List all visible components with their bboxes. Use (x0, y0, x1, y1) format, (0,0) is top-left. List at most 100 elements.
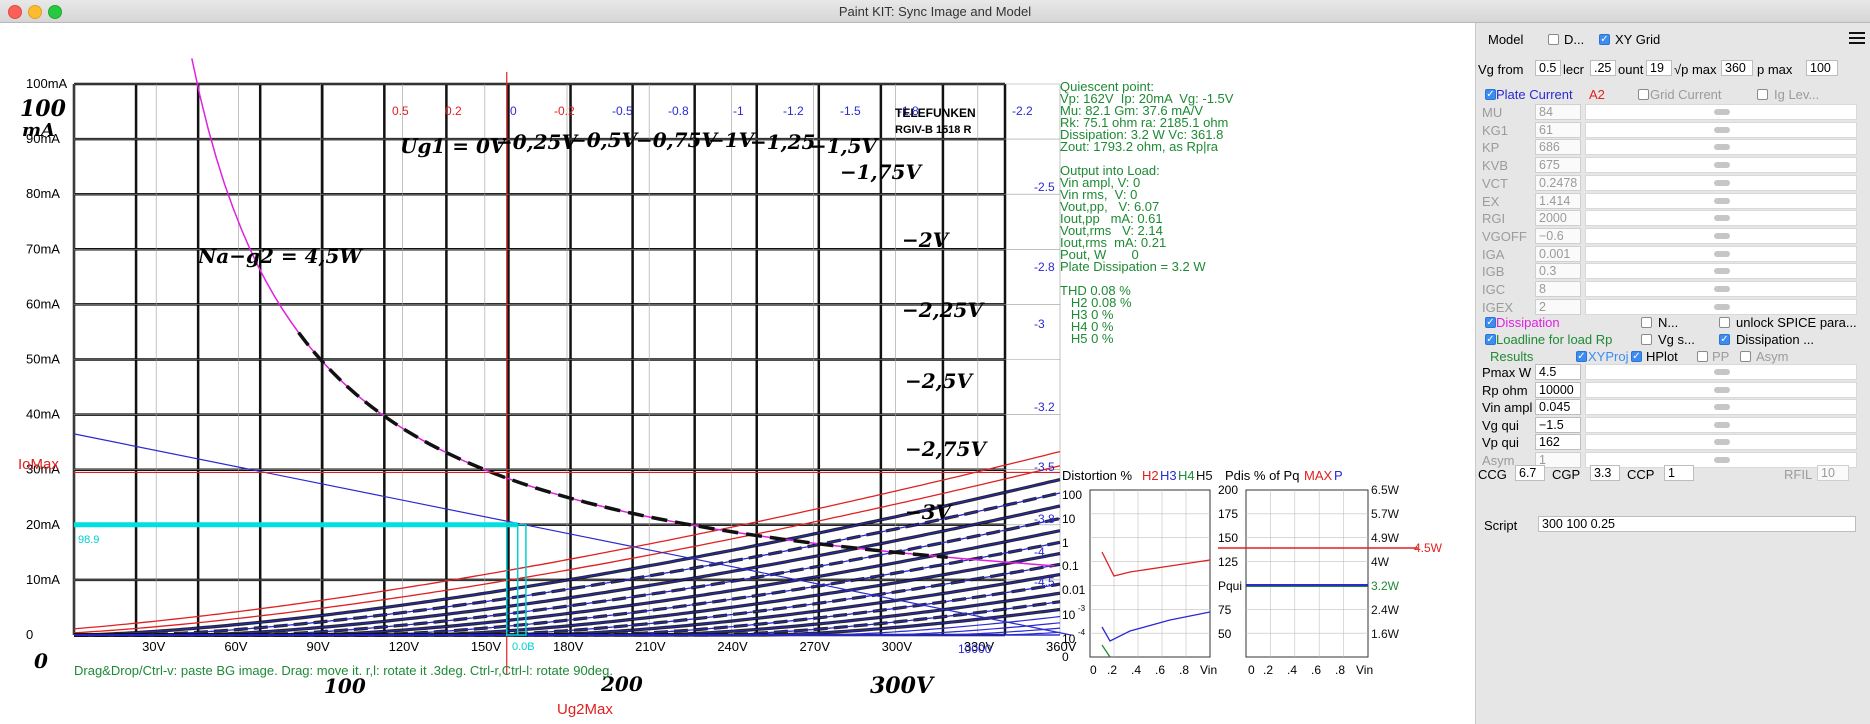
grid-voltage-label: 0.5 (392, 104, 409, 118)
decr-input[interactable] (1590, 60, 1616, 76)
grid-voltage-label: -4.5 (1034, 575, 1055, 589)
vg-from-input[interactable] (1535, 60, 1561, 76)
pp-checkbox[interactable] (1697, 351, 1708, 362)
grid-voltage-label: -1.5 (840, 104, 861, 118)
bg-label: −1,25 (750, 130, 815, 154)
tube-slider-10[interactable] (1585, 281, 1857, 297)
pdis-x-tick: .6 (1311, 663, 1321, 677)
slider-knob[interactable] (1714, 421, 1730, 428)
slider-knob[interactable] (1714, 232, 1730, 239)
grid-voltage-label: -2.8 (1034, 260, 1055, 274)
plot-canvas[interactable]: 100mA 90mA 80mA 70mA 60mA 50mA 40mA 30mA 20mA 10m… (0, 23, 1475, 724)
slider-knob[interactable] (1714, 303, 1730, 310)
script-input[interactable] (1538, 516, 1856, 532)
hplot-checkbox[interactable]: ✓ (1631, 351, 1642, 362)
vg-s-checkbox[interactable] (1641, 334, 1652, 345)
grid-current-checkbox[interactable] (1638, 89, 1649, 100)
n-checkbox[interactable] (1641, 317, 1652, 328)
tube-slider-5[interactable] (1585, 192, 1857, 209)
op-input-1[interactable] (1535, 381, 1581, 398)
dissipation2-checkbox[interactable]: ✓ (1719, 334, 1730, 345)
tube-slider-7[interactable] (1585, 227, 1857, 244)
tube-slider-9[interactable] (1585, 263, 1857, 280)
op-input-0[interactable] (1535, 364, 1581, 380)
tube-input-1[interactable] (1535, 121, 1581, 138)
slider-knob[interactable] (1714, 144, 1730, 151)
tube-slider-0[interactable] (1585, 104, 1857, 120)
tube-slider-3[interactable] (1585, 157, 1857, 174)
slider-knob[interactable] (1714, 109, 1730, 115)
rfil-input[interactable] (1817, 465, 1849, 481)
tube-label-7: VGOFF (1482, 228, 1527, 244)
x-tick-label: 180V (553, 639, 584, 654)
ccg-input[interactable] (1515, 465, 1545, 481)
unlock-spice-checkbox[interactable] (1719, 317, 1730, 328)
menu-icon[interactable] (1849, 32, 1865, 46)
tube-slider-4[interactable] (1585, 174, 1857, 191)
tube-input-7[interactable] (1535, 227, 1581, 244)
slider-knob[interactable] (1714, 126, 1730, 133)
tube-input-9[interactable] (1535, 263, 1581, 280)
tube-slider-1[interactable] (1585, 121, 1857, 138)
ccp-input[interactable] (1664, 465, 1694, 481)
tube-slider-8[interactable] (1585, 245, 1857, 262)
xyproj-checkbox[interactable]: ✓ (1576, 351, 1587, 362)
pdis-p-legend: P (1334, 468, 1343, 483)
tube-input-8[interactable] (1535, 245, 1581, 262)
slider-knob[interactable] (1714, 386, 1730, 393)
tube-input-10[interactable] (1535, 281, 1581, 297)
slider-knob[interactable] (1714, 197, 1730, 204)
tube-slider-11[interactable] (1585, 298, 1857, 315)
tube-input-4[interactable] (1535, 174, 1581, 191)
tube-slider-2[interactable] (1585, 139, 1857, 156)
tube-input-3[interactable] (1535, 157, 1581, 174)
distortion-frame (1089, 489, 1211, 658)
ig-lev-checkbox[interactable] (1757, 89, 1768, 100)
slider-knob[interactable] (1714, 162, 1730, 169)
tube-input-6[interactable] (1535, 210, 1581, 227)
op-slider-0[interactable] (1585, 364, 1857, 380)
slider-knob[interactable] (1714, 439, 1730, 445)
dissipation-checkbox[interactable]: ✓ (1485, 317, 1496, 328)
vp-max-input[interactable] (1721, 60, 1753, 76)
tube-input-5[interactable] (1535, 192, 1581, 209)
slider-knob[interactable] (1714, 404, 1730, 410)
d-checkbox[interactable] (1548, 34, 1559, 45)
tube-input-0[interactable] (1535, 104, 1581, 120)
ip-max-input[interactable] (1806, 60, 1838, 76)
op-input-3[interactable] (1535, 416, 1581, 433)
slider-knob[interactable] (1714, 268, 1730, 275)
op-slider-1[interactable] (1585, 381, 1857, 398)
op-input-2[interactable] (1535, 399, 1581, 415)
cgp-input[interactable] (1590, 465, 1620, 481)
loadline-checkbox[interactable]: ✓ (1485, 334, 1496, 345)
grid-voltage-label: -1.2 (783, 104, 804, 118)
slider-knob[interactable] (1714, 179, 1730, 186)
tube-slider-6[interactable] (1585, 210, 1857, 227)
slider-knob[interactable] (1714, 369, 1730, 375)
slider-knob[interactable] (1714, 250, 1730, 257)
pdis-x-unit: Vin (1356, 663, 1373, 677)
bg-label: 0 (34, 649, 48, 673)
pdis-y-tick: 150 (1218, 531, 1238, 545)
control-panel: Model D... ✓ XY Grid Vg from lecr ount √… (1475, 23, 1870, 724)
op-label-0: Pmax W (1482, 365, 1532, 380)
tube-input-2[interactable] (1535, 139, 1581, 156)
count-input[interactable] (1646, 60, 1672, 76)
decr-label: lecr (1563, 62, 1584, 77)
plate-current-checkbox[interactable]: ✓ (1485, 89, 1496, 100)
slider-knob[interactable] (1714, 215, 1730, 222)
tube-input-11[interactable] (1535, 298, 1581, 315)
slider-knob[interactable] (1714, 456, 1730, 463)
vp-max-label: √p max (1674, 62, 1717, 77)
op-input-4[interactable] (1535, 434, 1581, 450)
op-slider-3[interactable] (1585, 416, 1857, 433)
ug2max-label: Ug2Max (557, 701, 613, 718)
op-slider-4[interactable] (1585, 434, 1857, 450)
ccg-label: CCG (1478, 467, 1507, 482)
asym-checkbox[interactable] (1740, 351, 1751, 362)
slider-knob[interactable] (1714, 286, 1730, 292)
anode-characteristics-plot[interactable]: 100mA90mA80mA70mA60mA50mA40mA30mA20mA10m… (0, 23, 1475, 724)
xy-grid-checkbox[interactable]: ✓ (1599, 34, 1610, 45)
op-slider-2[interactable] (1585, 399, 1857, 415)
